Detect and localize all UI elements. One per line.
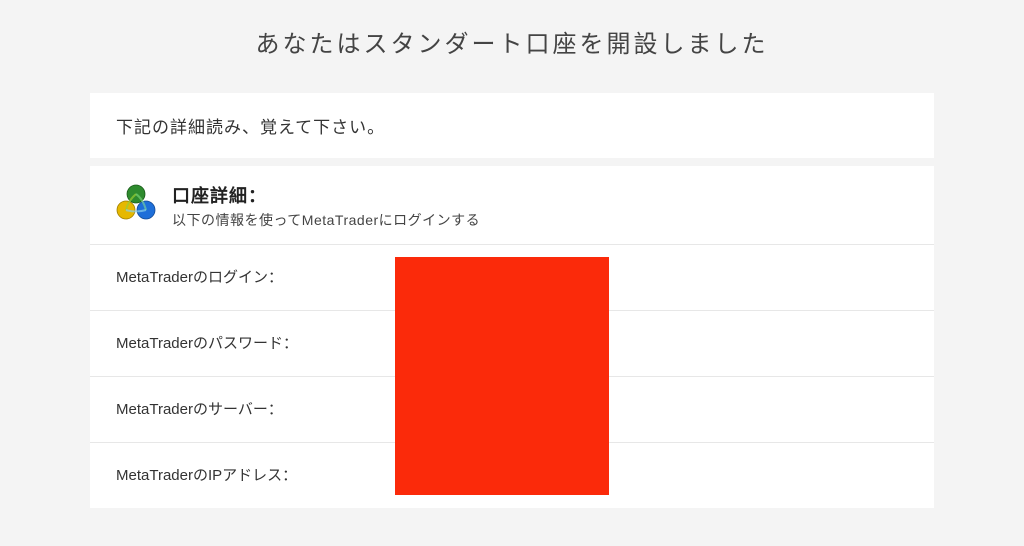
instruction-card: 下記の詳細読み、覚えて下さい。 [90,93,934,158]
detail-label-server: MetaTraderのサーバー： [116,399,301,420]
page-title: あなたはスタンダート口座を開設しました [0,0,1024,93]
account-details-card: 口座詳細： 以下の情報を使ってMetaTraderにログインする MetaTra… [90,166,934,508]
details-header: 口座詳細： 以下の情報を使ってMetaTraderにログインする [90,166,934,244]
metatrader-icon [112,180,160,228]
details-header-subtitle: 以下の情報を使ってMetaTraderにログインする [172,210,912,230]
detail-label-ip: MetaTraderのIPアドレス： [116,465,301,486]
page-root: あなたはスタンダート口座を開設しました 下記の詳細読み、覚えて下さい。 [0,0,1024,546]
details-header-title: 口座詳細： [172,182,912,208]
detail-label-login: MetaTraderのログイン： [116,267,301,288]
instruction-text: 下記の詳細読み、覚えて下さい。 [116,113,908,138]
details-header-text: 口座詳細： 以下の情報を使ってMetaTraderにログインする [172,180,912,230]
detail-label-password: MetaTraderのパスワード： [116,333,301,354]
redaction-block [395,257,609,495]
